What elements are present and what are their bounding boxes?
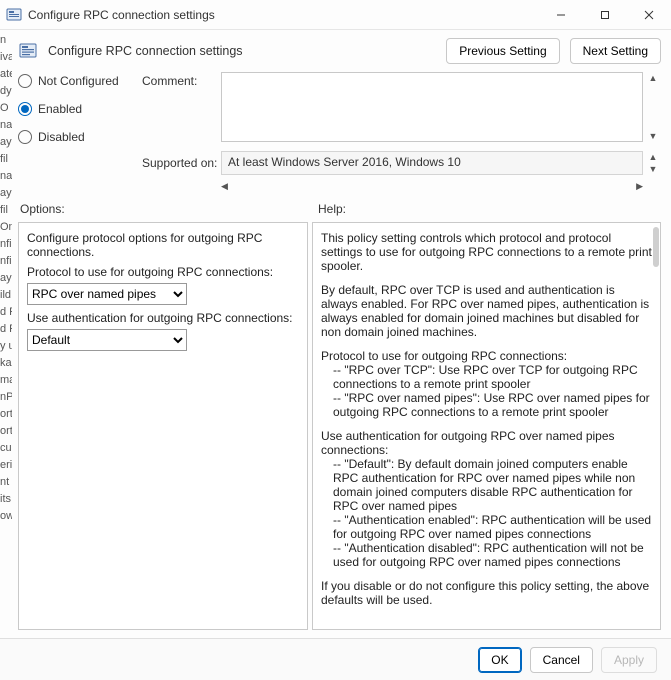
minimize-button[interactable]: [539, 0, 583, 30]
pane-headings: Options: Help:: [18, 202, 661, 216]
auth-select[interactable]: DefaultAuthentication enabledAuthenticat…: [27, 329, 187, 351]
radio-label: Enabled: [38, 102, 82, 116]
options-intro: Configure protocol options for outgoing …: [27, 231, 299, 259]
comment-label: Comment:: [142, 72, 217, 88]
help-heading: Help:: [312, 202, 661, 216]
policy-icon: [18, 41, 38, 61]
window-title: Configure RPC connection settings: [28, 8, 215, 22]
dialog-window: Configure RPC connection settings nivaat…: [0, 0, 671, 680]
help-paragraph: Use authentication for outgoing RPC over…: [321, 429, 652, 569]
supported-scrollbar[interactable]: ▲ ▼: [647, 151, 661, 175]
radio-indicator: [18, 130, 32, 144]
help-line: -- "Authentication enabled": RPC authent…: [333, 513, 652, 541]
help-line: Use authentication for outgoing RPC over…: [321, 429, 615, 457]
chevron-down-icon: ▼: [647, 130, 659, 142]
radio-label: Disabled: [38, 130, 85, 144]
state-radio-group: Not Configured Enabled Disabled: [18, 72, 138, 144]
help-line: -- "RPC over named pipes": Use RPC over …: [333, 391, 652, 419]
page-title: Configure RPC connection settings: [48, 44, 243, 58]
cancel-button[interactable]: Cancel: [530, 647, 593, 673]
chevron-up-icon: ▲: [647, 151, 659, 163]
panes: Configure protocol options for outgoing …: [18, 222, 661, 630]
help-paragraph: By default, RPC over TCP is used and aut…: [321, 283, 652, 339]
comment-scrollbar[interactable]: ▲ ▼: [647, 72, 661, 142]
options-heading: Options:: [18, 202, 308, 216]
auth-label: Use authentication for outgoing RPC conn…: [27, 311, 299, 325]
help-paragraph: If you disable or do not configure this …: [321, 579, 652, 607]
ok-button[interactable]: OK: [478, 647, 521, 673]
background-window-sliver: nivaatedyOnaayfilnaayfilOnnfinfiayildd P…: [0, 30, 12, 638]
radio-label: Not Configured: [38, 74, 119, 88]
title-bar: Configure RPC connection settings: [0, 0, 671, 30]
protocol-label: Protocol to use for outgoing RPC connect…: [27, 265, 299, 279]
chevron-down-icon: ▼: [647, 163, 659, 175]
help-paragraph: Protocol to use for outgoing RPC connect…: [321, 349, 652, 419]
chevron-left-icon: ◀: [221, 181, 228, 192]
radio-disabled[interactable]: Disabled: [18, 130, 138, 144]
comment-textarea[interactable]: [221, 72, 643, 142]
help-pane: This policy setting controls which proto…: [312, 222, 661, 630]
apply-button[interactable]: Apply: [601, 647, 657, 673]
radio-indicator: [18, 74, 32, 88]
header-row: Configure RPC connection settings Previo…: [18, 38, 661, 64]
radio-indicator: [18, 102, 32, 116]
supported-on-value: At least Windows Server 2016, Windows 10: [221, 151, 643, 175]
supported-hscrollbar[interactable]: ◀ ▶: [221, 181, 643, 192]
comment-box: [221, 72, 643, 145]
help-line: Protocol to use for outgoing RPC connect…: [321, 349, 567, 363]
previous-setting-button[interactable]: Previous Setting: [446, 38, 559, 64]
help-line: -- "RPC over TCP": Use RPC over TCP for …: [333, 363, 652, 391]
dialog-footer: OK Cancel Apply: [0, 638, 671, 680]
settings-grid: Not Configured Enabled Disabled Comment:…: [18, 72, 661, 192]
help-line: -- "Authentication disabled": RPC authen…: [333, 541, 652, 569]
radio-not-configured[interactable]: Not Configured: [18, 74, 138, 88]
scrollbar-thumb[interactable]: [653, 227, 659, 267]
chevron-right-icon: ▶: [636, 181, 643, 192]
protocol-select[interactable]: RPC over TCPRPC over named pipes: [27, 283, 187, 305]
supported-on-label: Supported on:: [142, 156, 217, 170]
close-button[interactable]: [627, 0, 671, 30]
chevron-up-icon: ▲: [647, 72, 659, 84]
options-pane: Configure protocol options for outgoing …: [18, 222, 308, 630]
help-line: -- "Default": By default domain joined c…: [333, 457, 652, 513]
radio-enabled[interactable]: Enabled: [18, 102, 138, 116]
app-icon: [6, 7, 22, 23]
help-paragraph: This policy setting controls which proto…: [321, 231, 652, 273]
dialog-body: Configure RPC connection settings Previo…: [12, 30, 671, 638]
supported-on-box: At least Windows Server 2016, Windows 10: [221, 151, 643, 175]
maximize-button[interactable]: [583, 0, 627, 30]
next-setting-button[interactable]: Next Setting: [570, 38, 661, 64]
